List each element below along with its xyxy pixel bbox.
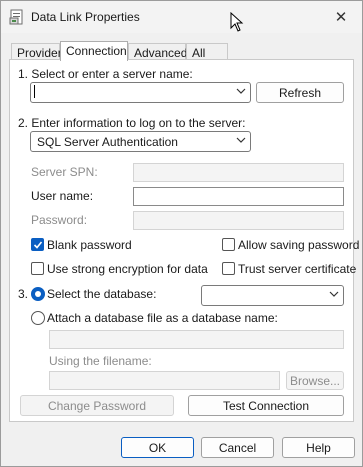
- authentication-value: SQL Server Authentication: [37, 135, 178, 149]
- data-link-icon: [9, 9, 23, 25]
- username-label: User name:: [31, 189, 94, 203]
- attach-database-name-field[interactable]: [49, 330, 344, 349]
- username-field[interactable]: [133, 187, 344, 206]
- select-database-label: Select the database:: [47, 287, 157, 301]
- trust-server-certificate-checkbox[interactable]: [222, 262, 235, 275]
- browse-button[interactable]: Browse...: [286, 371, 344, 390]
- filename-label: Using the filename:: [49, 354, 152, 368]
- strong-encryption-label: Use strong encryption for data: [47, 262, 208, 276]
- close-button[interactable]: ✕: [320, 1, 362, 33]
- strong-encryption-checkbox[interactable]: [31, 262, 44, 275]
- test-connection-label: Test Connection: [222, 398, 310, 413]
- allow-saving-password-checkbox[interactable]: [222, 238, 235, 251]
- tab-all[interactable]: All: [186, 43, 228, 60]
- server-name-combobox[interactable]: [30, 82, 251, 103]
- database-combobox[interactable]: [201, 285, 344, 306]
- mouse-pointer-icon: [230, 12, 244, 32]
- cancel-button[interactable]: Cancel: [201, 437, 274, 458]
- tab-advanced-label: Advanced: [134, 46, 188, 60]
- cancel-button-label: Cancel: [218, 440, 257, 455]
- ok-button-label: OK: [148, 440, 167, 455]
- filename-field[interactable]: [49, 371, 280, 390]
- server-spn-field[interactable]: [133, 163, 344, 182]
- change-password-button[interactable]: Change Password: [20, 395, 174, 416]
- tab-provider-label: Provider: [17, 46, 62, 60]
- blank-password-label: Blank password: [47, 238, 132, 252]
- refresh-button-label: Refresh: [278, 85, 322, 100]
- tab-all-label: All: [192, 46, 206, 60]
- browse-button-label: Browse...: [289, 373, 340, 388]
- tab-provider[interactable]: Provider: [11, 43, 62, 60]
- attach-database-radio[interactable]: [31, 311, 45, 325]
- server-spn-label: Server SPN:: [31, 165, 98, 179]
- tab-connection[interactable]: Connection: [60, 41, 128, 61]
- chevron-down-icon[interactable]: [329, 289, 339, 299]
- authentication-combobox[interactable]: SQL Server Authentication: [30, 131, 251, 152]
- password-label: Password:: [31, 213, 88, 227]
- close-icon: ✕: [334, 9, 348, 26]
- ok-button[interactable]: OK: [121, 437, 194, 458]
- test-connection-button[interactable]: Test Connection: [188, 395, 344, 416]
- text-caret: [34, 85, 35, 98]
- chevron-down-icon[interactable]: [236, 135, 246, 145]
- data-link-properties-dialog: Data Link Properties ✕ Provider Connecti…: [0, 0, 363, 467]
- refresh-button[interactable]: Refresh: [256, 82, 344, 103]
- title-bar[interactable]: Data Link Properties ✕: [1, 1, 362, 33]
- trust-server-certificate-label: Trust server certificate: [238, 262, 357, 276]
- logon-section-label: 2. Enter information to log on to the se…: [18, 116, 246, 130]
- database-section-number: 3.: [18, 287, 29, 301]
- password-field[interactable]: [133, 211, 344, 230]
- server-section-label: 1. Select or enter a server name:: [18, 67, 193, 81]
- select-database-radio[interactable]: [31, 287, 45, 301]
- chevron-down-icon[interactable]: [236, 86, 246, 96]
- attach-database-label: Attach a database file as a database nam…: [47, 311, 278, 325]
- allow-saving-password-label: Allow saving password: [238, 238, 360, 252]
- checkmark-icon: [33, 241, 43, 249]
- tab-advanced[interactable]: Advanced: [128, 43, 188, 60]
- blank-password-checkbox[interactable]: [31, 238, 44, 251]
- tab-connection-label: Connection: [66, 44, 127, 58]
- help-button[interactable]: Help: [282, 437, 355, 458]
- help-button-label: Help: [306, 440, 331, 455]
- change-password-label: Change Password: [47, 398, 147, 413]
- window-title: Data Link Properties: [31, 10, 140, 24]
